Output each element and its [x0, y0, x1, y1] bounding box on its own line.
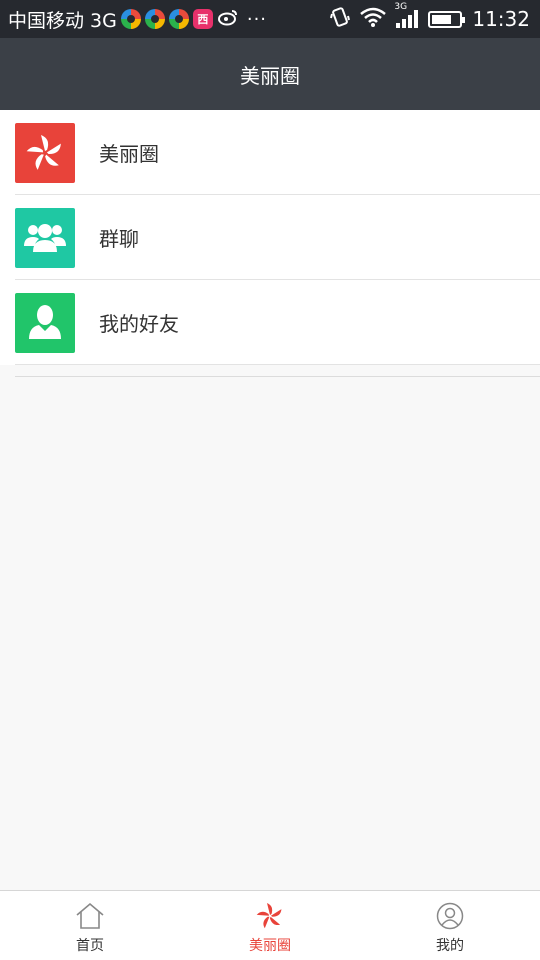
pinwheel-icon [15, 122, 75, 183]
signal-icon: 3G [394, 2, 419, 28]
menu-item-group-chat[interactable]: 群聊 [0, 195, 540, 280]
pinwheel-icon [255, 901, 285, 931]
tab-meiliquan[interactable]: 美丽圈 [180, 891, 360, 960]
status-bar: 中国移动 3G 西 ··· 3G 11:32 [0, 0, 540, 38]
divider [15, 376, 540, 377]
menu-list: 美丽圈 群聊 我的好友 [0, 110, 540, 365]
home-icon [75, 901, 105, 931]
clock-label: 11:32 [472, 7, 530, 31]
battery-icon [428, 10, 466, 28]
network-type-label: 3G [394, 2, 408, 12]
status-bar-right: 3G 11:32 [330, 2, 530, 33]
red-app-icon: 西 [192, 9, 213, 29]
menu-item-label: 群聊 [99, 227, 139, 251]
page-title: 美丽圈 [240, 63, 300, 88]
weibo-icon [217, 8, 239, 30]
pinwheel-app-icon [144, 9, 165, 29]
menu-item-label: 我的好友 [99, 312, 179, 336]
battery-level [432, 14, 451, 24]
tab-label: 美丽圈 [249, 937, 291, 954]
group-icon [15, 207, 75, 268]
status-bar-left: 中国移动 3G 西 ··· [8, 6, 267, 33]
carrier-label: 中国移动 3G [8, 9, 117, 32]
menu-item-label: 美丽圈 [99, 142, 159, 166]
more-notifications-label: ··· [246, 8, 268, 30]
tab-home[interactable]: 首页 [0, 891, 180, 960]
tab-label: 我的 [436, 937, 464, 954]
tab-label: 首页 [76, 937, 104, 954]
tab-mine[interactable]: 我的 [360, 891, 540, 960]
bottom-tab-bar: 首页 美丽圈 我的 [0, 890, 540, 960]
menu-item-my-friends[interactable]: 我的好友 [0, 280, 540, 365]
profile-icon [435, 901, 465, 931]
wifi-icon [360, 7, 387, 32]
menu-item-meiliquan[interactable]: 美丽圈 [0, 110, 540, 195]
pinwheel-app-icon [120, 9, 141, 29]
vibrate-icon [330, 6, 351, 33]
app-header: 美丽圈 [0, 38, 540, 110]
pinwheel-app-icon [168, 9, 189, 29]
person-icon [15, 292, 75, 353]
